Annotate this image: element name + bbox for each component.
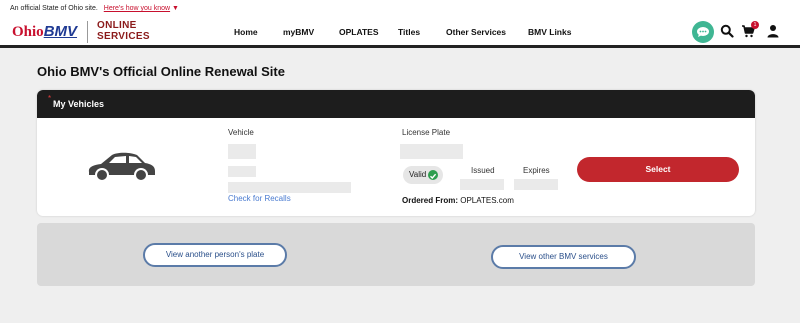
issued-label: Issued (471, 166, 495, 175)
official-site-banner: An official State of Ohio site. Here's h… (0, 0, 800, 17)
nav-oplates[interactable]: OPLATES (339, 27, 379, 37)
vehicle-model-placeholder (228, 182, 351, 193)
vehicle-label: Vehicle (228, 128, 254, 137)
ordered-from-value: OPLATES.com (460, 196, 514, 205)
view-other-services-button[interactable]: View other BMV services (491, 245, 636, 269)
nav-titles[interactable]: Titles (398, 27, 420, 37)
online-services-line1: ONLINE (97, 20, 137, 31)
cart-count-badge: 1 (751, 21, 759, 29)
search-icon[interactable] (720, 24, 734, 38)
site-header: OhioBMV ONLINE SERVICES Home myBMV OPLAT… (0, 17, 800, 48)
nav-home[interactable]: Home (234, 27, 258, 37)
view-another-plate-button[interactable]: View another person's plate (143, 243, 287, 267)
online-services-label: ONLINE SERVICES (97, 20, 150, 42)
vehicle-card: * My Vehicles Vehicle Check for Recalls … (37, 90, 755, 216)
expires-label: Expires (523, 166, 550, 175)
logo-bmv-text: BMV (43, 23, 78, 40)
car-icon (88, 152, 155, 182)
logo-ohio-text: Ohio (12, 24, 44, 40)
status-text: Valid (409, 170, 427, 179)
check-recalls-link[interactable]: Check for Recalls (228, 194, 291, 203)
plate-number-placeholder (400, 144, 463, 159)
actions-panel: View another person's plate View other B… (37, 223, 755, 286)
required-mark: * (48, 94, 52, 103)
user-icon[interactable] (766, 24, 780, 38)
ordered-from-label: Ordered From: (402, 196, 459, 205)
online-services-line2: SERVICES (97, 31, 150, 42)
select-button[interactable]: Select (577, 157, 739, 182)
vehicle-make-placeholder (228, 166, 256, 177)
nav-mybmv[interactable]: myBMV (283, 27, 314, 37)
license-plate-label: License Plate (402, 128, 451, 137)
ordered-from: Ordered From: OPLATES.com (402, 196, 514, 205)
chevron-down-icon[interactable]: ▼ (172, 5, 179, 12)
ohio-bmv-logo[interactable]: OhioBMV (12, 23, 77, 41)
issued-date-placeholder (460, 179, 504, 190)
chat-icon[interactable] (692, 21, 714, 43)
nav-bmv-links[interactable]: BMV Links (528, 27, 571, 37)
expires-date-placeholder (514, 179, 558, 190)
status-badge: Valid (403, 166, 443, 184)
vehicle-card-header: * My Vehicles (37, 90, 755, 118)
official-site-text: An official State of Ohio site. (10, 5, 98, 12)
page-title: Ohio BMV's Official Online Renewal Site (37, 64, 285, 79)
vehicle-year-placeholder (228, 144, 256, 159)
nav-other-services[interactable]: Other Services (446, 27, 506, 37)
logo-divider (87, 21, 88, 43)
how-you-know-link[interactable]: Here's how you know (104, 5, 170, 12)
check-circle-icon (428, 170, 438, 180)
vehicle-card-title: My Vehicles (53, 99, 105, 109)
